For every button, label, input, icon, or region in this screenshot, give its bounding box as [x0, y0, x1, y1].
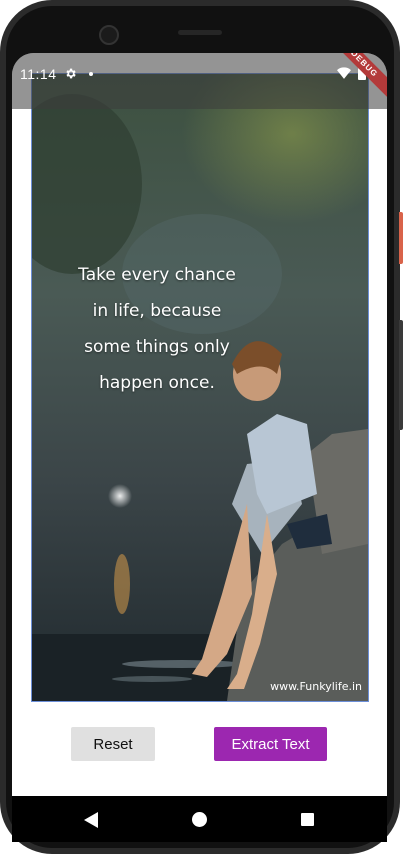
volume-button[interactable] [399, 320, 403, 430]
extract-text-button[interactable]: Extract Text [214, 727, 327, 761]
notification-dot-icon [89, 72, 93, 76]
power-button[interactable] [399, 212, 403, 264]
watermark-text: www.Funkylife.in [270, 680, 362, 693]
gear-icon [66, 68, 76, 79]
quote-text: Take every chance in life, because some … [78, 265, 236, 393]
app-screen: 11:14 DEBUG Take every chance in life, b… [12, 53, 387, 796]
front-camera [99, 25, 119, 45]
selected-image: Take every chance in life, because some … [31, 73, 369, 702]
navigation-bar [12, 796, 387, 842]
back-icon[interactable] [84, 812, 98, 828]
recents-icon[interactable] [301, 813, 314, 826]
wifi-icon [337, 67, 351, 79]
reset-button[interactable]: Reset [71, 727, 155, 761]
earpiece-speaker [178, 30, 222, 35]
status-time: 11:14 [20, 66, 57, 82]
status-bar: 11:14 [12, 53, 387, 109]
phone-device: 11:14 DEBUG Take every chance in life, b… [0, 0, 403, 854]
home-icon[interactable] [192, 812, 207, 827]
